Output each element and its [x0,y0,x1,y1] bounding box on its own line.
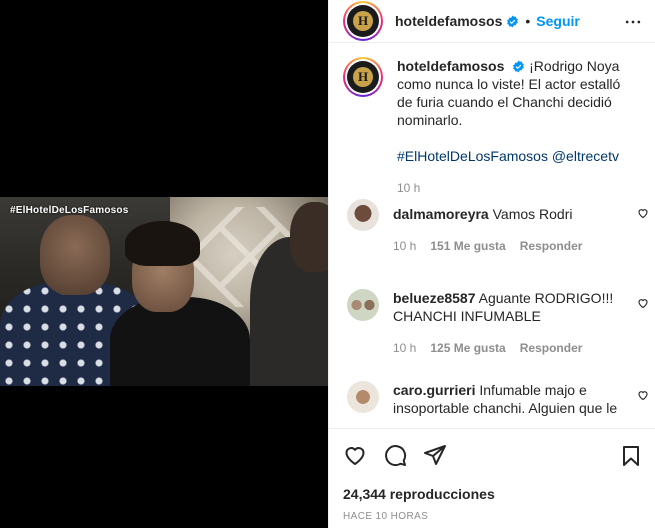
caption-row: H hoteldefamosos ¡Rodrigo Noya como nunc… [329,57,655,197]
comment-row: belueze8587 Aguante RODRIGO!!! CHANCHI I… [329,275,655,367]
comment-username[interactable]: dalmamoreyra [393,206,489,222]
comment-time[interactable]: 10 h [393,237,416,255]
heart-icon[interactable] [637,297,649,309]
share-icon[interactable] [423,443,447,467]
verified-badge-icon [513,60,525,73]
comment-likes[interactable]: 151 Me gusta [430,237,505,255]
commenter-avatar[interactable] [347,381,379,413]
heart-icon[interactable] [343,443,367,467]
instagram-post-modal: #ElHotelDeLosFamosos H hoteldefamosos • … [0,0,655,528]
heart-icon[interactable] [637,389,649,401]
more-options-icon[interactable] [623,12,643,32]
video-person-center-body [110,297,250,386]
video-overlay-tag: #ElHotelDeLosFamosos [10,205,129,216]
comment-likes[interactable]: 125 Me gusta [430,339,505,357]
header-username[interactable]: hoteldefamosos [395,13,502,29]
post-timestamp[interactable]: HACE 10 HORAS [343,511,428,522]
save-icon[interactable] [619,444,643,468]
post-actions: 24,344 reproducciones HACE 10 HORAS [329,428,655,528]
post-header: H hoteldefamosos • Seguir [329,0,655,43]
video-person-center-hair [125,221,200,266]
caption-time[interactable]: 10 h [397,179,420,197]
reply-button[interactable]: Responder [520,237,583,255]
caption-username[interactable]: hoteldefamosos [397,58,504,74]
verified-badge-icon [507,15,519,27]
video-player[interactable]: #ElHotelDeLosFamosos [0,197,328,386]
heart-icon[interactable] [637,207,649,219]
commenter-avatar[interactable] [347,289,379,321]
commenter-avatar[interactable] [347,199,379,231]
follow-button[interactable]: Seguir [536,13,580,29]
comments-list[interactable]: H hoteldefamosos ¡Rodrigo Noya como nunc… [329,57,655,427]
post-side-panel: H hoteldefamosos • Seguir H hoteldefamos… [328,0,655,528]
comment-icon[interactable] [383,443,407,467]
action-bar [329,429,655,467]
video-person-right-head [290,202,328,272]
profile-avatar[interactable]: H [343,1,383,41]
comment-time[interactable]: 10 h [393,339,416,357]
comment-row: dalmamoreyra Vamos Rodri 10 h 151 Me gus… [329,197,655,275]
comment-row: caro.gurrieri Infumable majo e insoporta… [329,367,655,417]
avatar-logo: H [353,11,373,31]
view-count[interactable]: 24,344 reproducciones [343,486,495,502]
comment-username[interactable]: belueze8587 [393,290,476,306]
reply-button[interactable]: Responder [520,339,583,357]
avatar-logo: H [353,67,373,87]
video-person-left-head [40,215,110,295]
header-separator: • [525,13,531,29]
caption-avatar[interactable]: H [343,57,383,97]
media-pane: #ElHotelDeLosFamosos [0,0,328,528]
caption-hashtags[interactable]: #ElHotelDeLosFamosos @eltrecetv [397,147,627,165]
comment-text: Vamos Rodri [492,206,573,222]
comment-username[interactable]: caro.gurrieri [393,382,475,398]
